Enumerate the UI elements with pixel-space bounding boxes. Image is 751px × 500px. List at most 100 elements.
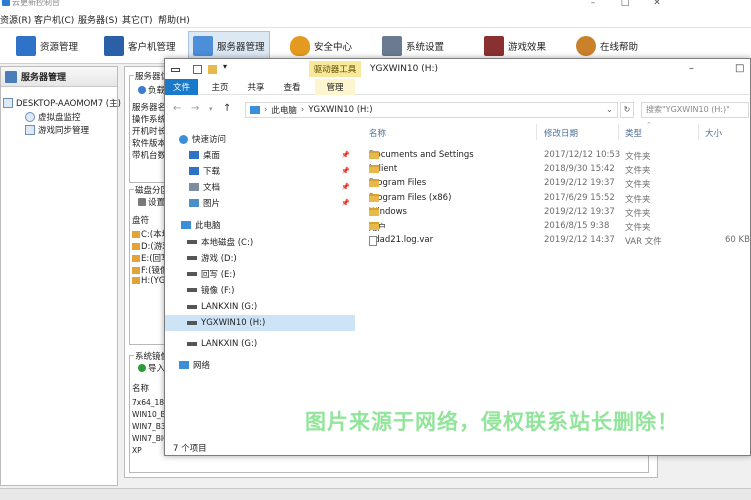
- mirror-row[interactable]: WIN10_BI: [132, 410, 168, 419]
- tab-manage[interactable]: 管理: [315, 79, 355, 95]
- breadcrumb-current-drive[interactable]: YGXWIN10 (H:): [308, 105, 372, 115]
- column-divider[interactable]: [618, 124, 619, 140]
- nav-item[interactable]: 下载 📌: [165, 163, 355, 179]
- column-divider[interactable]: [698, 124, 699, 140]
- refresh-icon[interactable]: ↻: [620, 102, 634, 118]
- back-arrow-icon[interactable]: ←: [173, 103, 181, 114]
- import-button[interactable]: 导入: [138, 362, 165, 374]
- file-row[interactable]: kclient 2018/9/30 15:42 文件夹: [360, 163, 750, 177]
- nav-item-label: 本地磁盘 (C:): [201, 238, 254, 248]
- pin-icon[interactable]: 📌: [341, 199, 350, 207]
- file-date: 2019/2/12 19:37: [544, 178, 615, 189]
- file-row[interactable]: adad21.log.var 2019/2/12 14:37 VAR 文件 60 KB: [360, 234, 750, 248]
- forward-arrow-icon[interactable]: →: [191, 103, 199, 114]
- tree-root-label: DESKTOP-AAOMOM7 (主): [16, 99, 121, 109]
- file-row[interactable]: Documents and Settings 2017/12/12 10:53 文件…: [360, 149, 750, 163]
- menu-resource[interactable]: 资源(R): [0, 13, 31, 26]
- explorer-maximize-icon[interactable]: □: [735, 63, 744, 74]
- menu-help[interactable]: 帮助(H): [158, 13, 190, 26]
- address-bar[interactable]: › 此电脑 › YGXWIN10 (H:) ⌄: [245, 102, 618, 118]
- file-row[interactable]: Windows 2019/2/12 19:37 文件夹: [360, 206, 750, 220]
- column-size[interactable]: 大小: [705, 127, 722, 139]
- file-type: 文件夹: [625, 223, 651, 233]
- shield-icon: [290, 35, 310, 56]
- app-close-icon[interactable]: ✕: [652, 0, 662, 8]
- drive-icon: [171, 68, 180, 72]
- toolbar-game-button[interactable]: 游戏效果: [480, 31, 550, 60]
- person-icon: [576, 35, 596, 56]
- toolbar-server-button[interactable]: 服务器管理: [188, 31, 270, 60]
- nav-item[interactable]: 文档 📌: [165, 179, 355, 195]
- menu-server[interactable]: 服务器(S): [78, 13, 118, 26]
- computer-icon: [250, 106, 260, 114]
- nav-item[interactable]: YGXWIN10 (H:): [165, 315, 355, 331]
- toolbar-resource-button[interactable]: 资源管理: [12, 31, 82, 60]
- nav-item[interactable]: LANKXIN (G:): [165, 336, 355, 352]
- column-divider[interactable]: [536, 124, 537, 140]
- column-type[interactable]: 类型: [625, 127, 642, 139]
- nav-item[interactable]: 图片 📌: [165, 195, 355, 211]
- file-row[interactable]: Program Files (x86) 2017/6/29 15:52 文件夹: [360, 192, 750, 206]
- nav-item-label: 镜像 (F:): [201, 286, 235, 296]
- tab-share[interactable]: 共享: [241, 79, 271, 95]
- server-icon: [193, 35, 213, 56]
- menu-client[interactable]: 客户机(C): [34, 13, 74, 26]
- breadcrumb-this-pc[interactable]: 此电脑: [271, 104, 297, 116]
- column-header: 名称: [132, 384, 150, 394]
- nav-item[interactable]: 本地磁盘 (C:): [165, 234, 355, 250]
- tree-root[interactable]: DESKTOP-AAOMOM7 (主): [3, 97, 121, 109]
- file-row[interactable]: 用户 2016/8/15 9:38 文件夹: [360, 220, 750, 234]
- drive-row[interactable]: F:(镜像: [132, 264, 168, 276]
- app-maximize-icon[interactable]: □: [620, 0, 630, 8]
- recent-dropdown-icon[interactable]: ▾: [209, 105, 213, 113]
- nav-item-label: 网络: [193, 361, 211, 371]
- tree-item-sync[interactable]: 游戏同步管理: [25, 124, 89, 136]
- pin-icon[interactable]: 📌: [341, 151, 350, 159]
- nav-item[interactable]: 桌面 📌: [165, 147, 355, 163]
- new-folder-icon[interactable]: [208, 65, 217, 74]
- nav-item[interactable]: 网络: [165, 357, 355, 373]
- search-input[interactable]: 搜索"YGXWIN10 (H:)": [641, 102, 749, 118]
- disk-settings-button[interactable]: 设置: [138, 196, 165, 208]
- nav-item[interactable]: 此电脑: [165, 217, 355, 233]
- toolbar-help-button[interactable]: 在线帮助: [572, 31, 642, 60]
- toolbar-client-button[interactable]: 客户机管理: [100, 31, 180, 60]
- nav-item[interactable]: 快速访问: [165, 131, 355, 147]
- watermark-text: 图片来源于网络，侵权联系站长删除！: [305, 410, 679, 434]
- column-date[interactable]: 修改日期: [544, 127, 578, 139]
- column-name[interactable]: 名称: [369, 127, 386, 139]
- mirror-row[interactable]: XP: [132, 446, 142, 455]
- info-line: 带机台数: [132, 151, 167, 161]
- explorer-minimize-icon[interactable]: –: [689, 63, 694, 74]
- toolbar-settings-button[interactable]: 系统设置: [378, 31, 448, 60]
- drive-icon: [187, 240, 197, 244]
- nav-item[interactable]: 游戏 (D:): [165, 250, 355, 266]
- tab-view[interactable]: 查看: [277, 79, 307, 95]
- pin-icon[interactable]: 📌: [341, 183, 350, 191]
- tab-home[interactable]: 主页: [205, 79, 235, 95]
- toolbar-label: 系统设置: [406, 41, 445, 53]
- quick-access-dropdown-icon[interactable]: ▾: [223, 62, 232, 71]
- up-arrow-icon[interactable]: ↑: [223, 103, 231, 114]
- app-minimize-icon[interactable]: –: [588, 0, 598, 8]
- menu-other[interactable]: 其它(T): [122, 13, 153, 26]
- toolbar-security-button[interactable]: 安全中心: [286, 31, 356, 60]
- load-button[interactable]: 负载: [138, 84, 165, 96]
- sort-ascending-icon: ⌃: [646, 121, 652, 129]
- nav-item[interactable]: 镜像 (F:): [165, 282, 355, 298]
- pin-icon[interactable]: 📌: [341, 167, 350, 175]
- info-line: 操作系统: [132, 115, 167, 125]
- nav-item[interactable]: 回写 (E:): [165, 266, 355, 282]
- tree-item-vdisk[interactable]: 虚拟盘监控: [25, 111, 81, 123]
- file-row[interactable]: Program Files 2019/2/12 19:37 文件夹: [360, 177, 750, 191]
- address-dropdown-icon[interactable]: ⌄: [606, 105, 613, 115]
- nav-item[interactable]: LANKXIN (G:): [165, 299, 355, 315]
- nav-item-label: 快速访问: [192, 135, 227, 145]
- app-title: 云更新控制台: [12, 0, 60, 7]
- properties-icon[interactable]: [193, 65, 202, 74]
- tab-file[interactable]: 文件: [165, 79, 198, 95]
- folder-icon: [369, 193, 379, 202]
- drive-icon: [187, 305, 197, 309]
- nav-item-label: LANKXIN (G:): [201, 339, 258, 349]
- file-date: 2017/6/29 15:52: [544, 192, 615, 203]
